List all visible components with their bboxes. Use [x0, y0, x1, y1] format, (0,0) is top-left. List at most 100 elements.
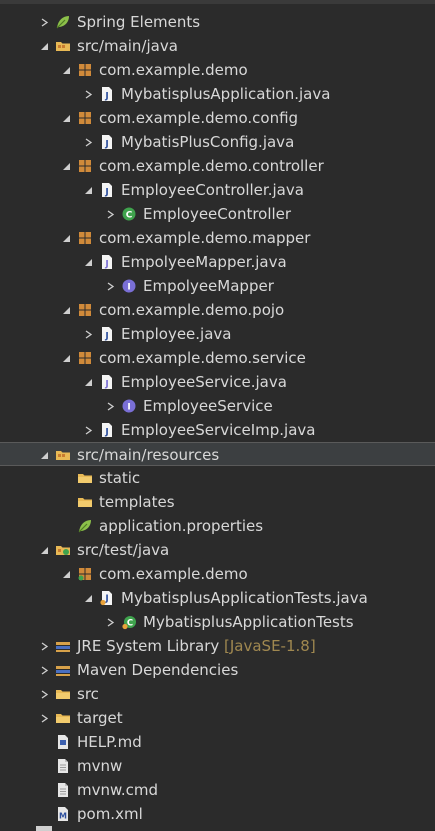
tree-item[interactable]: C MybatisplusApplicationTests: [0, 610, 435, 634]
file-icon: [55, 758, 71, 774]
tree-item[interactable]: src/main/java: [0, 34, 435, 58]
tree-toggle-chevron-right-icon[interactable]: [104, 610, 116, 634]
tree-toggle-chevron-down-icon[interactable]: [82, 250, 94, 274]
tree-toggle-chevron-down-icon[interactable]: [60, 58, 72, 82]
tree-item[interactable]: static: [0, 466, 435, 490]
test-source-folder-icon: [55, 542, 71, 558]
tree-item[interactable]: J EmployeeServiceImp.java: [0, 418, 435, 442]
tree-item[interactable]: J MybatisplusApplication.java: [0, 82, 435, 106]
tree-item[interactable]: mvnw.cmd: [0, 778, 435, 802]
tree-item-label: src/main/resources: [77, 446, 220, 464]
tree-item[interactable]: src/main/resources: [0, 442, 435, 466]
tree-item-label: MybatisPlusConfig.java: [121, 133, 295, 151]
tree-toggle-chevron-down-icon[interactable]: [60, 106, 72, 130]
tree-item[interactable]: JRE System Library [JavaSE-1.8]: [0, 634, 435, 658]
tree-item[interactable]: J EmpolyeeMapper.java: [0, 250, 435, 274]
maven-pom-icon: M: [55, 806, 71, 822]
tree-item[interactable]: C EmployeeController: [0, 202, 435, 226]
view-title-strip: [0, 0, 435, 4]
tree-toggle-chevron-down-icon[interactable]: [38, 538, 50, 562]
tree-item-label: EmployeeService: [143, 397, 273, 415]
tree-toggle-chevron-right-icon[interactable]: [38, 634, 50, 658]
java-file-icon: J: [99, 86, 115, 102]
tree-toggle-chevron-right-icon[interactable]: [104, 202, 116, 226]
tree-toggle-chevron-down-icon[interactable]: [60, 562, 72, 586]
tree-toggle-chevron-down-icon[interactable]: [60, 346, 72, 370]
tree-item-label: EmployeeServiceImp.java: [121, 421, 316, 439]
tree-item[interactable]: Mpom.xml: [0, 802, 435, 826]
test-package-icon: [77, 566, 93, 582]
project-explorer-tree[interactable]: Spring Elements src/main/java com.example.…: [0, 10, 435, 826]
tree-item[interactable]: com.example.demo.controller: [0, 154, 435, 178]
svg-text:J: J: [104, 92, 108, 102]
tree-item[interactable]: I EmployeeService: [0, 394, 435, 418]
svg-text:J: J: [104, 332, 108, 342]
tree-toggle-chevron-right-icon[interactable]: [38, 682, 50, 706]
library-icon: [55, 638, 71, 654]
tree-item-label: mvnw.cmd: [77, 781, 159, 799]
tree-item[interactable]: J MybatisplusApplicationTests.java: [0, 586, 435, 610]
tree-toggle-chevron-right-icon[interactable]: [104, 394, 116, 418]
tree-item[interactable]: Maven Dependencies: [0, 658, 435, 682]
svg-text:M: M: [59, 812, 67, 821]
tree-toggle-chevron-down-icon[interactable]: [82, 370, 94, 394]
tree-toggle-chevron-right-icon[interactable]: [82, 322, 94, 346]
tree-item[interactable]: J EmployeeController.java: [0, 178, 435, 202]
tree-item[interactable]: Spring Elements: [0, 10, 435, 34]
svg-text:J: J: [104, 188, 108, 198]
tree-item-label: src/main/java: [77, 37, 178, 55]
tree-toggle-chevron-right-icon[interactable]: [38, 658, 50, 682]
tree-item[interactable]: com.example.demo: [0, 562, 435, 586]
tree-item-label: MybatisplusApplicationTests: [143, 613, 354, 631]
tree-item[interactable]: target: [0, 706, 435, 730]
tree-item-label: com.example.demo: [99, 61, 248, 79]
tree-item[interactable]: com.example.demo.config: [0, 106, 435, 130]
package-icon: [77, 110, 93, 126]
tree-item[interactable]: HELP.md: [0, 730, 435, 754]
tree-toggle-chevron-right-icon[interactable]: [38, 10, 50, 34]
tree-item-label: EmpolyeeMapper: [143, 277, 274, 295]
source-folder-icon: [55, 38, 71, 54]
tree-item[interactable]: J Employee.java: [0, 322, 435, 346]
tree-item[interactable]: com.example.demo.mapper: [0, 226, 435, 250]
tree-item-label: EmployeeService.java: [121, 373, 287, 391]
tree-toggle-chevron-down-icon[interactable]: [60, 226, 72, 250]
tree-item[interactable]: mvnw: [0, 754, 435, 778]
tree-item-label: JRE System Library [JavaSE-1.8]: [77, 637, 316, 655]
tree-toggle-chevron-right-icon[interactable]: [82, 130, 94, 154]
tree-toggle-chevron-down-icon[interactable]: [60, 298, 72, 322]
tree-item-decorator: [JavaSE-1.8]: [219, 637, 316, 655]
tree-item[interactable]: application.properties: [0, 514, 435, 538]
tree-toggle-chevron-down-icon[interactable]: [38, 443, 50, 467]
tree-toggle-chevron-down-icon[interactable]: [82, 178, 94, 202]
tree-toggle-chevron-right-icon[interactable]: [38, 706, 50, 730]
java-file-icon: J: [99, 182, 115, 198]
tree-toggle-chevron-down-icon[interactable]: [38, 34, 50, 58]
tree-item[interactable]: J MybatisPlusConfig.java: [0, 130, 435, 154]
tree-item[interactable]: com.example.demo.service: [0, 346, 435, 370]
tree-item-label: mvnw: [77, 757, 123, 775]
svg-text:I: I: [127, 403, 130, 413]
tree-item[interactable]: J EmployeeService.java: [0, 370, 435, 394]
tree-item[interactable]: src/test/java: [0, 538, 435, 562]
package-icon: [77, 302, 93, 318]
tree-item-label: com.example.demo.controller: [99, 157, 324, 175]
tree-item[interactable]: com.example.demo.pojo: [0, 298, 435, 322]
tree-item-label: Maven Dependencies: [77, 661, 239, 679]
svg-text:J: J: [104, 380, 108, 390]
tree-toggle-chevron-down-icon[interactable]: [82, 586, 94, 610]
tree-toggle-chevron-right-icon[interactable]: [82, 418, 94, 442]
tree-item-label: target: [77, 709, 123, 727]
svg-text:C: C: [127, 619, 133, 629]
tree-toggle-chevron-right-icon[interactable]: [82, 82, 94, 106]
tree-item[interactable]: I EmpolyeeMapper: [0, 274, 435, 298]
horizontal-scroll-thumb[interactable]: [36, 826, 52, 831]
tree-item[interactable]: src: [0, 682, 435, 706]
tree-toggle-chevron-right-icon[interactable]: [104, 274, 116, 298]
tree-toggle-chevron-down-icon[interactable]: [60, 154, 72, 178]
svg-text:J: J: [104, 260, 108, 270]
tree-item[interactable]: templates: [0, 490, 435, 514]
tree-item[interactable]: com.example.demo: [0, 58, 435, 82]
tree-item-label: MybatisplusApplicationTests.java: [121, 589, 368, 607]
source-folder-icon: [55, 447, 71, 463]
